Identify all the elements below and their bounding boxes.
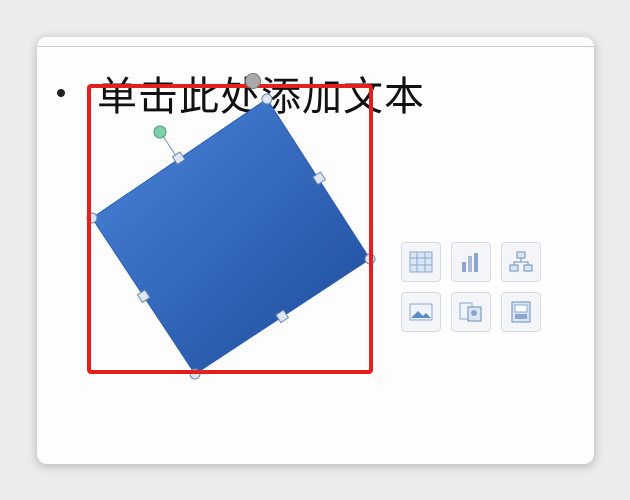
content-insert-icons [401, 242, 551, 342]
slide-canvas[interactable]: 单击此处添加文本 [37, 37, 594, 464]
insert-chart-icon[interactable] [451, 242, 491, 282]
insert-smartart-icon[interactable] [501, 242, 541, 282]
insert-table-icon[interactable] [401, 242, 441, 282]
insert-clipart-icon[interactable] [451, 292, 491, 332]
selection-highlight-box [87, 84, 373, 374]
insert-media-icon[interactable] [501, 292, 541, 332]
insert-picture-icon[interactable] [401, 292, 441, 332]
mouse-cursor-icon [245, 73, 261, 89]
